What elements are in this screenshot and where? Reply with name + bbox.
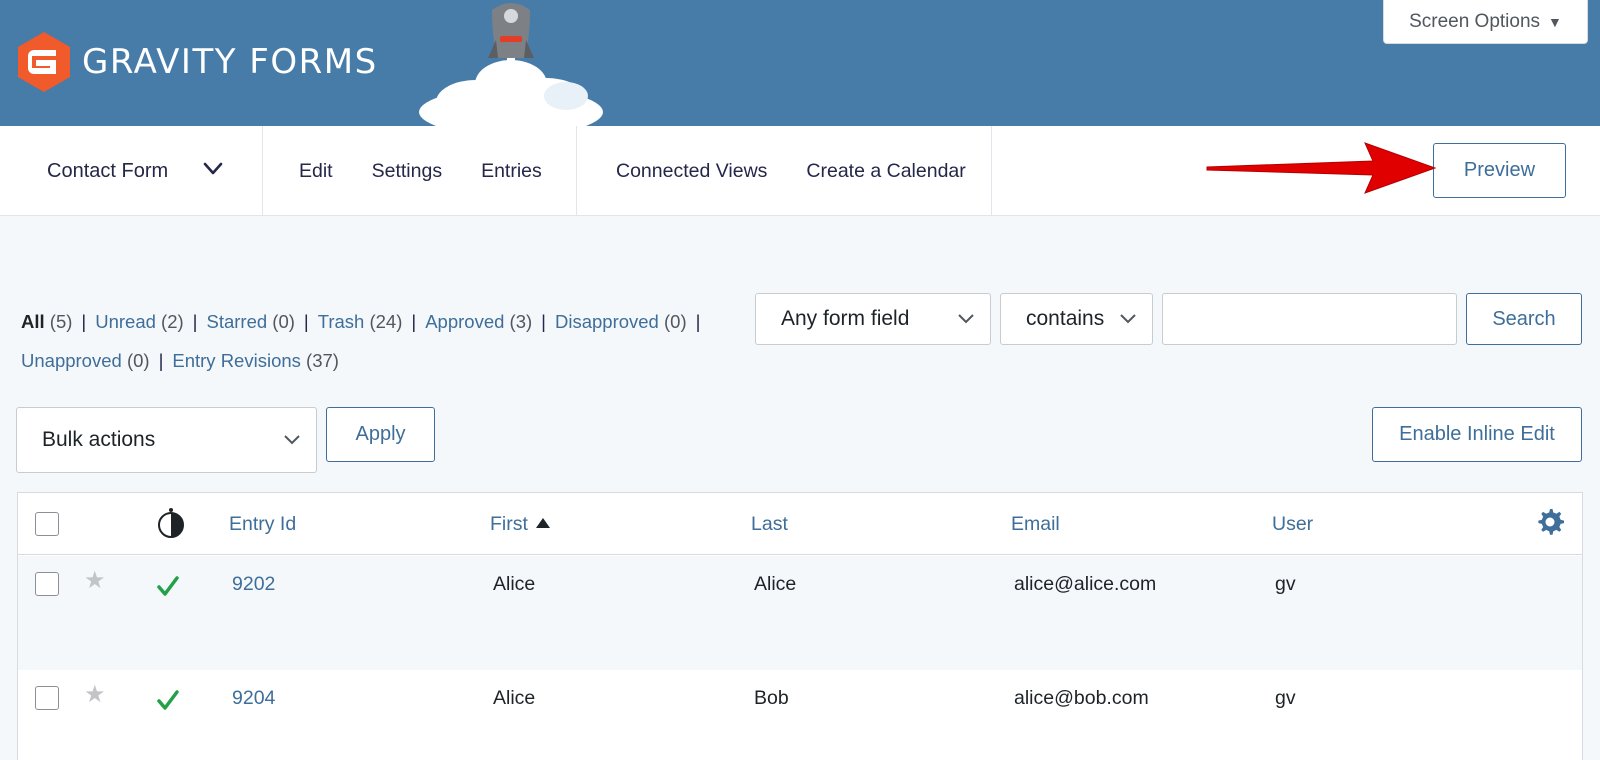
nav-connected-views[interactable]: Connected Views: [616, 160, 767, 183]
column-last[interactable]: Last: [751, 513, 788, 536]
search-field-value: Any form field: [781, 307, 910, 330]
filter-entry-revisions[interactable]: Entry Revisions (37): [172, 350, 339, 371]
search-input[interactable]: [1162, 293, 1457, 345]
entry-id-link[interactable]: 9204: [232, 687, 275, 710]
form-name: Contact Form: [47, 159, 169, 182]
rocket-illustration: [419, 3, 603, 126]
gravity-forms-logo: GRAVITY FORMS: [16, 32, 378, 92]
sort-ascending-icon: [535, 518, 550, 528]
star-icon[interactable]: ★: [84, 566, 106, 595]
star-icon[interactable]: ★: [84, 680, 106, 709]
cell-email: alice@bob.com: [1014, 687, 1149, 709]
column-user[interactable]: User: [1272, 513, 1313, 536]
bulk-actions-select[interactable]: Bulk actions: [16, 407, 317, 473]
row-checkbox[interactable]: [35, 686, 59, 710]
search-operator-value: contains: [1026, 307, 1105, 330]
entry-id-link[interactable]: 9202: [232, 573, 275, 596]
filter-all[interactable]: All (5): [21, 311, 72, 332]
bulk-actions-value: Bulk actions: [42, 428, 156, 451]
gear-icon[interactable]: [1536, 508, 1564, 536]
chevron-down-icon: [203, 162, 223, 175]
nav-entries[interactable]: Entries: [481, 160, 542, 183]
column-first[interactable]: First: [490, 513, 550, 536]
entry-filter-links: All (5) | Unread (2) | Starred (0) | Trash (24…: [21, 311, 701, 371]
approved-check-icon[interactable]: [157, 575, 179, 597]
filter-approved[interactable]: Approved (3): [425, 311, 532, 332]
read-status-icon: [158, 508, 184, 538]
cell-first: Alice: [493, 687, 536, 709]
filter-unapproved[interactable]: Unapproved (0): [21, 350, 150, 371]
select-all-checkbox[interactable]: [35, 512, 59, 536]
screen-options-label: Screen Options: [1409, 10, 1541, 32]
filter-starred[interactable]: Starred (0): [206, 311, 294, 332]
table-row: ★ 9204 Alice Bob alice@bob.com gv: [18, 670, 1582, 760]
column-email[interactable]: Email: [1011, 513, 1060, 536]
entries-table: Entry Id First Last Email User ★ 9202 Al…: [17, 492, 1583, 760]
brand-name: GRAVITY FORMS: [82, 42, 378, 82]
red-arrow-annotation: [1206, 142, 1437, 194]
header-banner: GRAVITY FORMS Screen Options ▼: [0, 0, 1600, 126]
cell-user: gv: [1275, 687, 1296, 709]
preview-button[interactable]: Preview: [1433, 143, 1566, 198]
row-checkbox[interactable]: [35, 572, 59, 596]
column-entry-id[interactable]: Entry Id: [229, 513, 296, 536]
form-nav-primary: Edit Settings Entries: [263, 126, 577, 216]
table-row: ★ 9202 Alice Alice alice@alice.com gv: [18, 556, 1582, 670]
filter-trash[interactable]: Trash (24): [318, 311, 403, 332]
chevron-down-icon: [958, 314, 974, 324]
search-operator-select[interactable]: contains: [1000, 293, 1153, 345]
form-nav-secondary: Connected Views Create a Calendar: [577, 126, 992, 216]
cell-user: gv: [1275, 573, 1296, 595]
chevron-down-icon: [284, 435, 300, 445]
table-header: Entry Id First Last Email User: [18, 493, 1582, 555]
screen-options-button[interactable]: Screen Options ▼: [1383, 0, 1588, 44]
filter-disapproved[interactable]: Disapproved (0): [555, 311, 687, 332]
approved-check-icon[interactable]: [157, 689, 179, 711]
caret-down-icon: ▼: [1548, 13, 1562, 30]
nav-settings[interactable]: Settings: [372, 160, 442, 183]
enable-inline-edit-button[interactable]: Enable Inline Edit: [1372, 407, 1582, 462]
filter-unread[interactable]: Unread (2): [95, 311, 183, 332]
chevron-down-icon: [1120, 314, 1136, 324]
cell-last: Bob: [754, 687, 789, 709]
cell-first: Alice: [493, 573, 536, 595]
cell-last: Alice: [754, 573, 797, 595]
nav-edit[interactable]: Edit: [299, 160, 333, 183]
nav-create-calendar[interactable]: Create a Calendar: [806, 160, 965, 183]
search-field-select[interactable]: Any form field: [755, 293, 991, 345]
cell-email: alice@alice.com: [1014, 573, 1157, 595]
apply-button[interactable]: Apply: [326, 407, 435, 462]
gravity-forms-logo-icon: [18, 32, 70, 92]
form-switcher[interactable]: Contact Form: [0, 126, 263, 216]
search-button[interactable]: Search: [1466, 293, 1582, 345]
